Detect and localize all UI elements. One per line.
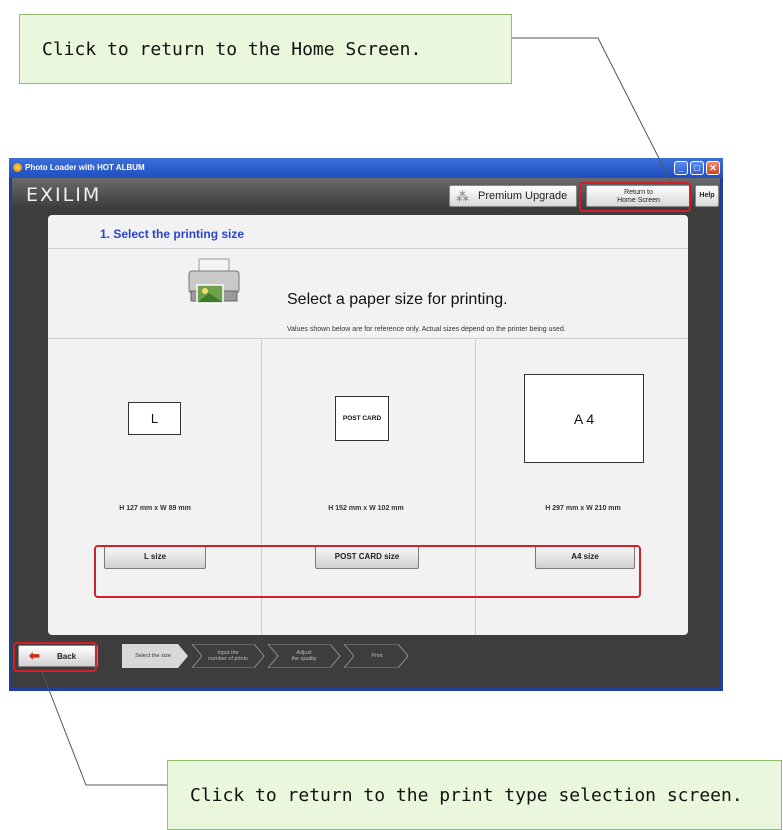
step-2-label-2: number of prints (208, 656, 248, 662)
window-title: Photo Loader with HOT ALBUM (25, 163, 145, 172)
back-highlight (13, 642, 97, 672)
exilim-logo: EXILIM (26, 184, 102, 206)
step-3-label-2: the quality (291, 656, 317, 662)
app-window: Photo Loader with HOT ALBUM _ □ ✕ EXILIM… (9, 158, 723, 691)
step-1-label: Select the size (135, 653, 171, 659)
headline: Select a paper size for printing. (287, 291, 508, 308)
body-area: 1. Select the printing size Select a pap… (12, 210, 720, 688)
return-home-highlight (579, 182, 691, 212)
step-1: Select the size (122, 644, 184, 668)
l-size-preview: L (128, 402, 181, 435)
minimize-icon[interactable]: _ (674, 161, 688, 175)
step-4: Print (347, 644, 407, 668)
grid-icon: ⁂ (456, 189, 469, 204)
l-size-dimensions: H 127 mm x W 89 mm (119, 505, 191, 512)
maximize-icon[interactable]: □ (690, 161, 704, 175)
a4-preview-label: A 4 (573, 410, 595, 427)
premium-upgrade-label: Premium Upgrade (478, 190, 568, 202)
printer-icon (188, 258, 240, 304)
help-button[interactable]: Help (695, 185, 719, 207)
callout-text: Click to return to the print type select… (190, 784, 743, 806)
app-icon (13, 163, 22, 172)
callout-back: Click to return to the print type select… (167, 760, 782, 830)
step-4-label: Print (371, 653, 383, 659)
divider (48, 338, 688, 339)
divider (48, 248, 688, 249)
close-icon[interactable]: ✕ (706, 161, 720, 175)
premium-upgrade-button[interactable]: ⁂ Premium Upgrade (449, 185, 577, 207)
step-title: 1. Select the printing size (100, 227, 245, 241)
callout-text: Click to return to the Home Screen. (42, 38, 422, 60)
step-2: Input the number of prints (195, 644, 261, 668)
a4-preview: A 4 (524, 374, 644, 463)
postcard-dimensions: H 152 mm x W 102 mm (328, 505, 404, 512)
size-buttons-highlight (94, 545, 641, 598)
l-size-preview-label: L (150, 411, 159, 426)
postcard-preview-label: POST CARD (342, 415, 382, 422)
step-3: Adjust the quality (271, 644, 337, 668)
reference-note: Values shown below are for reference onl… (287, 326, 566, 333)
a4-dimensions: H 297 mm x W 210 mm (545, 505, 621, 512)
title-bar: Photo Loader with HOT ALBUM _ □ ✕ (9, 158, 723, 178)
postcard-preview: POST CARD (335, 396, 389, 441)
callout-return-home: Click to return to the Home Screen. (19, 14, 512, 84)
